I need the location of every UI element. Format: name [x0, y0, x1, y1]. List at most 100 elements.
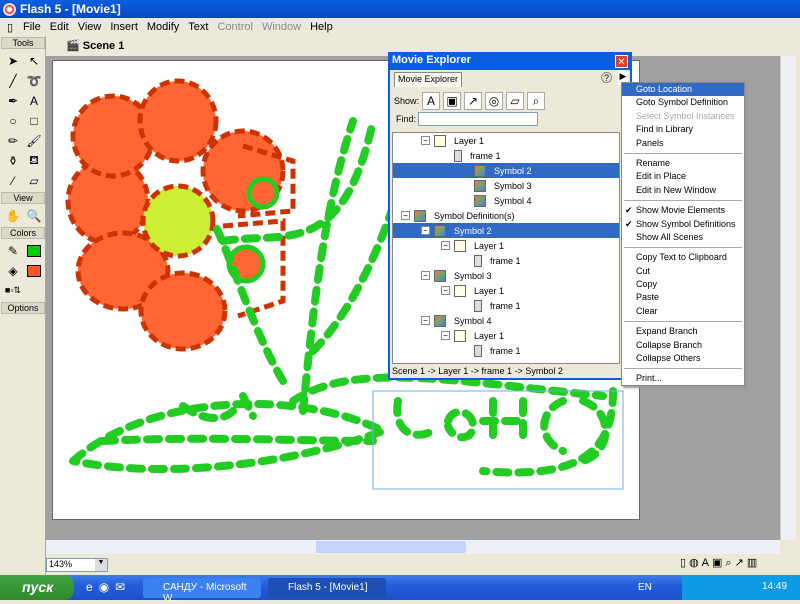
menu-item-cut[interactable]: Cut	[622, 265, 744, 278]
character-icon[interactable]: A	[702, 557, 712, 569]
pencil-tool-icon[interactable]: ✏	[3, 131, 23, 150]
menu-modify[interactable]: Modify	[144, 21, 185, 33]
menu-help[interactable]: Help	[307, 21, 339, 33]
menu-item-goto-symbol-definition[interactable]: Goto Symbol Definition	[622, 96, 744, 109]
tree-item[interactable]: − Symbol 2	[393, 223, 619, 238]
ie-icon[interactable]: e	[86, 580, 99, 594]
tree-item[interactable]: − Layer 1	[393, 133, 484, 148]
tree-item[interactable]: frame 1	[393, 148, 501, 163]
text-tool-icon[interactable]: A	[24, 91, 44, 110]
stroke-color-icon[interactable]: ✎	[3, 241, 23, 260]
menu-item-show-all-scenes[interactable]: Show All Scenes	[622, 231, 744, 244]
collapse-icon[interactable]: −	[421, 316, 430, 325]
show-text-icon[interactable]: A	[422, 92, 441, 110]
language-indicator[interactable]: EN	[638, 582, 652, 593]
menu-control[interactable]: Control	[214, 21, 258, 33]
instance-icon[interactable]: ▣	[712, 557, 725, 569]
zoom-select[interactable]: 143% ▼	[46, 558, 108, 572]
lasso-tool-icon[interactable]: ➰	[24, 71, 44, 90]
library-icon[interactable]: ▥	[747, 557, 760, 569]
media-player-icon[interactable]: ◉	[99, 580, 115, 594]
rectangle-tool-icon[interactable]: □	[24, 111, 44, 130]
show-buttons-icon[interactable]: ▣	[443, 92, 462, 110]
default-colors-icon[interactable]: ■▫⇅	[3, 281, 23, 300]
menu-item-print[interactable]: Print...	[622, 372, 744, 385]
collapse-icon[interactable]: −	[421, 226, 430, 235]
fill-color-icon[interactable]: ◈	[3, 261, 23, 280]
actions-icon[interactable]: ↗	[735, 557, 747, 569]
collapse-icon[interactable]: −	[421, 271, 430, 280]
outlook-icon[interactable]: ✉	[115, 580, 131, 594]
horizontal-scrollbar[interactable]	[46, 540, 780, 554]
tree-item[interactable]: − Symbol Definition(s)	[393, 208, 515, 223]
menu-view[interactable]: View	[75, 21, 108, 33]
collapse-icon[interactable]: −	[441, 241, 450, 250]
arrow-tool-icon[interactable]: ➤	[3, 51, 23, 70]
menu-item-goto-location[interactable]: Goto Location	[622, 83, 744, 97]
tree-item[interactable]: frame 1	[393, 253, 521, 268]
tree-item[interactable]: frame 1	[393, 298, 521, 313]
tree-item[interactable]: Symbol 2	[393, 163, 619, 178]
menu-item-edit-in-new-window[interactable]: Edit in New Window	[622, 184, 744, 197]
menu-item-panels[interactable]: Panels	[622, 137, 744, 150]
menu-item-find-in-library[interactable]: Find in Library	[622, 123, 744, 136]
tree-item[interactable]: Symbol 4	[393, 193, 532, 208]
eraser-tool-icon[interactable]: ▱	[24, 171, 44, 190]
stroke-color-swatch[interactable]	[24, 241, 44, 260]
customize-icon[interactable]: ⌕	[527, 92, 546, 110]
vertical-scrollbar[interactable]	[780, 56, 796, 540]
movie-explorer-icon[interactable]: ⌕	[725, 557, 734, 569]
scene-label[interactable]: Scene 1	[83, 40, 125, 52]
menu-item-rename[interactable]: Rename	[622, 157, 744, 170]
menu-item-show-symbol-definitions[interactable]: ✔ Show Symbol Definitions	[622, 218, 744, 231]
close-icon[interactable]: ✕	[615, 55, 628, 68]
oval-tool-icon[interactable]: ○	[3, 111, 23, 130]
tree-item[interactable]: − Layer 1	[393, 283, 504, 298]
help-icon[interactable]: ?	[601, 72, 612, 83]
menu-item-copy[interactable]: Copy	[622, 278, 744, 291]
tree-item[interactable]: frame 1	[393, 343, 521, 358]
tree-item[interactable]: − Layer 1	[393, 238, 504, 253]
start-button[interactable]: пуск	[0, 575, 74, 600]
find-input[interactable]	[418, 112, 538, 126]
collapse-icon[interactable]: −	[421, 136, 430, 145]
menu-item-paste[interactable]: Paste	[622, 291, 744, 304]
menu-insert[interactable]: Insert	[107, 21, 144, 33]
fill-color-swatch[interactable]	[24, 261, 44, 280]
menu-item-show-movie-elements[interactable]: ✔ Show Movie Elements	[622, 204, 744, 217]
menu-item-collapse-branch[interactable]: Collapse Branch	[622, 339, 744, 352]
line-tool-icon[interactable]: ╱	[3, 71, 23, 90]
zoom-tool-icon[interactable]: 🔍	[24, 206, 44, 225]
hand-tool-icon[interactable]: ✋	[3, 206, 23, 225]
show-frames-layers-icon[interactable]: ▱	[506, 92, 525, 110]
subselect-tool-icon[interactable]: ↖	[24, 51, 44, 70]
menu-item-select-symbol-instances[interactable]: Select Symbol Instances	[622, 110, 744, 123]
menu-window[interactable]: Window	[259, 21, 307, 33]
chevron-down-icon[interactable]: ▼	[95, 559, 107, 571]
collapse-icon[interactable]: −	[441, 331, 450, 340]
ink-bottle-icon[interactable]: ⚱	[3, 151, 23, 170]
menu-text[interactable]: Text	[185, 21, 214, 33]
menu-file[interactable]: File	[20, 21, 47, 33]
tree-item[interactable]: − Layer 1	[393, 328, 504, 343]
pen-tool-icon[interactable]: ✒	[3, 91, 23, 110]
task-word[interactable]: САНДУ - Microsoft W...	[143, 578, 261, 604]
scroll-thumb[interactable]	[316, 541, 466, 553]
dropper-tool-icon[interactable]: ⁄	[3, 171, 23, 190]
task-flash[interactable]: Flash 5 - [Movie1]	[268, 578, 386, 598]
tree-item[interactable]: − Symbol 4	[393, 313, 492, 328]
menu-item-copy-text-to-clipboard[interactable]: Copy Text to Clipboard	[622, 251, 744, 264]
menu-item-clear[interactable]: Clear	[622, 305, 744, 318]
collapse-icon[interactable]: −	[401, 211, 410, 220]
menu-item-edit-in-place[interactable]: Edit in Place	[622, 170, 744, 183]
brush-tool-icon[interactable]: 🖌	[24, 131, 44, 150]
collapse-icon[interactable]: −	[441, 286, 450, 295]
info-panel-icon[interactable]: ▯	[680, 557, 689, 569]
tab-movie-explorer[interactable]: Movie Explorer	[394, 72, 463, 87]
tree-item[interactable]: − Symbol 3	[393, 268, 492, 283]
show-video-sounds-icon[interactable]: ◎	[485, 92, 504, 110]
mixer-icon[interactable]: ◍	[689, 557, 702, 569]
menu-item-collapse-others[interactable]: Collapse Others	[622, 352, 744, 365]
paint-bucket-icon[interactable]: ⛾	[24, 151, 44, 170]
menu-edit[interactable]: Edit	[47, 21, 75, 33]
